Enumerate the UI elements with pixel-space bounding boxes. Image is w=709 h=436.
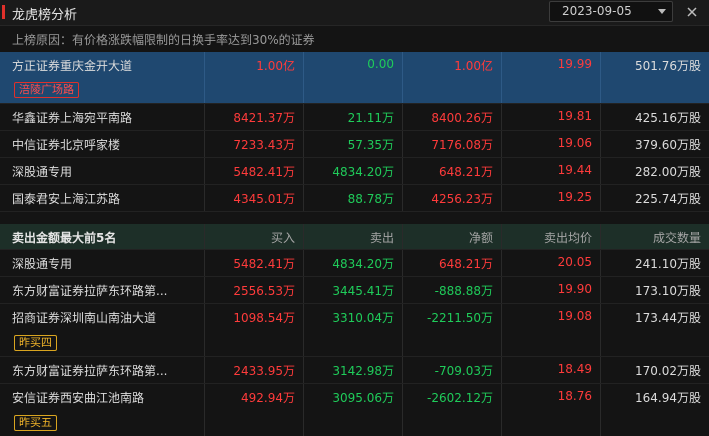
net-amount: -888.88万: [434, 284, 493, 298]
trade-volume: 425.16万股: [635, 111, 701, 125]
broker-name: 招商证券深圳南山南油大道: [12, 311, 157, 325]
avg-price: 19.08: [557, 309, 592, 323]
net-amount: 648.21万: [439, 165, 493, 179]
avg-price: 19.90: [557, 282, 592, 296]
trade-volume: 241.10万股: [635, 257, 701, 271]
trade-volume: 170.02万股: [635, 364, 701, 378]
avg-price: 19.99: [557, 57, 592, 71]
buy-amount: 1.00亿: [256, 59, 295, 73]
table-row[interactable]: 方正证券重庆金开大道 涪陵广场路 1.00亿 0.00 1.00亿 19.99 …: [0, 52, 709, 104]
avg-price: 18.49: [557, 362, 592, 376]
column-header-sell: 卖出: [369, 231, 394, 245]
broker-name: 中信证券北京呼家楼: [12, 138, 121, 152]
column-header-net: 净额: [468, 231, 493, 245]
avg-price: 19.25: [557, 190, 592, 204]
sell-amount: 21.11万: [347, 111, 394, 125]
broker-tag-badge: 昨买四: [14, 335, 57, 351]
sell-section-header: 卖出金额最大前5名 买入 卖出 净额 卖出均价 成交数量: [0, 224, 709, 250]
broker-name: 华鑫证券上海宛平南路: [12, 111, 133, 125]
buy-amount: 7233.43万: [233, 138, 295, 152]
avg-price: 19.06: [557, 136, 592, 150]
listing-reason: 上榜原因：有价格涨跌幅限制的日换手率达到30%的证券: [12, 33, 315, 47]
buy-amount: 4345.01万: [233, 192, 295, 206]
net-amount: 4256.23万: [431, 192, 493, 206]
sell-amount: 3095.06万: [332, 391, 394, 405]
trade-volume: 173.10万股: [635, 284, 701, 298]
chevron-down-icon: [658, 9, 666, 14]
broker-name: 深股通专用: [12, 257, 73, 271]
table-row[interactable]: 东方财富证券拉萨东环路第... 2556.53万 3445.41万 -888.8…: [0, 277, 709, 304]
net-amount: 1.00亿: [454, 59, 493, 73]
sell-amount: 3142.98万: [332, 364, 394, 378]
buy-amount: 492.94万: [241, 391, 295, 405]
avg-price: 18.76: [557, 389, 592, 403]
table-row[interactable]: 东方财富证券拉萨东环路第... 2433.95万 3142.98万 -709.0…: [0, 357, 709, 384]
avg-price: 19.44: [557, 163, 592, 177]
trade-volume: 501.76万股: [635, 59, 701, 73]
avg-price: 19.81: [557, 109, 592, 123]
close-icon[interactable]: [684, 4, 700, 20]
panel-header: 龙虎榜分析 2023-09-05: [0, 0, 709, 26]
date-value: 2023-09-05: [562, 4, 632, 18]
sell-amount: 0.00: [367, 57, 394, 71]
table-row[interactable]: 深股通专用 5482.41万 4834.20万 648.21万 20.05 24…: [0, 250, 709, 277]
broker-name: 方正证券重庆金开大道: [12, 59, 133, 73]
trade-volume: 282.00万股: [635, 165, 701, 179]
buy-amount: 8421.37万: [233, 111, 295, 125]
date-dropdown[interactable]: 2023-09-05: [549, 1, 673, 22]
net-amount: 7176.08万: [431, 138, 493, 152]
section-divider: [0, 212, 709, 224]
sell-amount: 4834.20万: [332, 165, 394, 179]
trade-volume: 173.44万股: [635, 311, 701, 325]
column-header-avg-price: 卖出均价: [543, 231, 592, 245]
sell-amount: 4834.20万: [332, 257, 394, 271]
broker-name: 国泰君安上海江苏路: [12, 192, 121, 206]
trade-volume: 225.74万股: [635, 192, 701, 206]
table-row[interactable]: 深股通专用 5482.41万 4834.20万 648.21万 19.44 28…: [0, 158, 709, 185]
table-row[interactable]: 安信证券西安曲江池南路 昨买五 492.94万 3095.06万 -2602.1…: [0, 384, 709, 436]
column-header-volume: 成交数量: [652, 231, 701, 245]
avg-price: 20.05: [557, 255, 592, 269]
column-header-buy: 买入: [270, 231, 295, 245]
buy-amount: 2433.95万: [233, 364, 295, 378]
table-row[interactable]: 国泰君安上海江苏路 4345.01万 88.78万 4256.23万 19.25…: [0, 185, 709, 212]
buy-amount: 5482.41万: [233, 257, 295, 271]
sell-amount: 88.78万: [347, 192, 394, 206]
title-accent-bar: [2, 5, 5, 19]
table-row[interactable]: 华鑫证券上海宛平南路 8421.37万 21.11万 8400.26万 19.8…: [0, 104, 709, 131]
table-row[interactable]: 招商证券深圳南山南油大道 昨买四 1098.54万 3310.04万 -2211…: [0, 304, 709, 357]
trade-volume: 164.94万股: [635, 391, 701, 405]
buy-amount: 2556.53万: [233, 284, 295, 298]
broker-tag-badge: 涪陵广场路: [14, 82, 79, 98]
sell-amount: 57.35万: [347, 138, 394, 152]
buy-amount: 5482.41万: [233, 165, 295, 179]
net-amount: -709.03万: [434, 364, 493, 378]
net-amount: 648.21万: [439, 257, 493, 271]
table-row[interactable]: 中信证券北京呼家楼 7233.43万 57.35万 7176.08万 19.06…: [0, 131, 709, 158]
sell-amount: 3445.41万: [332, 284, 394, 298]
net-amount: 8400.26万: [431, 111, 493, 125]
broker-name: 东方财富证券拉萨东环路第...: [12, 364, 168, 378]
net-amount: -2602.12万: [427, 391, 493, 405]
buy-amount: 1098.54万: [233, 311, 295, 325]
sell-amount: 3310.04万: [332, 311, 394, 325]
broker-name: 东方财富证券拉萨东环路第...: [12, 284, 168, 298]
section-title: 卖出金额最大前5名: [12, 231, 117, 245]
broker-name: 安信证券西安曲江池南路: [12, 391, 145, 405]
trade-volume: 379.60万股: [635, 138, 701, 152]
broker-tag-badge: 昨买五: [14, 415, 57, 431]
net-amount: -2211.50万: [427, 311, 493, 325]
panel-title: 龙虎榜分析: [12, 8, 78, 23]
broker-name: 深股通专用: [12, 165, 73, 179]
